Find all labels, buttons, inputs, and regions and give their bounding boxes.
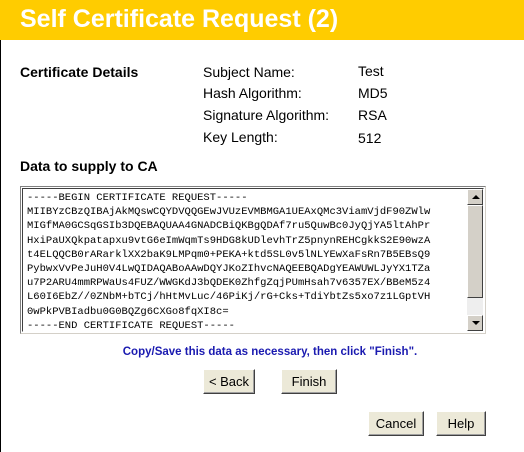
cancel-button[interactable]: Cancel	[368, 411, 424, 436]
textarea-frame: -----BEGIN CERTIFICATE REQUEST----- MIIB…	[22, 188, 484, 332]
scrollbar-thumb[interactable]	[467, 205, 483, 298]
subject-name-label: Subject Name:	[203, 64, 295, 80]
certificate-request-textarea[interactable]: -----BEGIN CERTIFICATE REQUEST----- MIIB…	[20, 186, 486, 334]
subject-name-value: Test	[358, 63, 384, 79]
left-border	[0, 40, 1, 452]
page-title: Self Certificate Request (2)	[20, 5, 339, 33]
hash-algorithm-label: Hash Algorithm:	[203, 85, 302, 101]
key-length-label: Key Length:	[203, 129, 278, 145]
instruction-hint: Copy/Save this data as necessary, then c…	[122, 346, 418, 358]
signature-algorithm-value: RSA	[358, 107, 387, 123]
hash-algorithm-value: MD5	[358, 85, 388, 101]
scroll-down-button[interactable]	[467, 315, 483, 331]
signature-algorithm-label: Signature Algorithm:	[203, 107, 330, 123]
arrow-up-icon	[472, 195, 480, 199]
finish-button[interactable]: Finish	[281, 369, 337, 394]
certificate-request-text[interactable]: -----BEGIN CERTIFICATE REQUEST----- MIIB…	[27, 191, 467, 331]
key-length-value: 512	[358, 130, 382, 146]
certificate-details-label: Certificate Details	[20, 64, 139, 80]
back-button[interactable]: < Back	[203, 369, 255, 394]
ca-data-label: Data to supply to CA	[20, 158, 158, 174]
title-bar: Self Certificate Request (2)	[0, 0, 524, 40]
vertical-scrollbar[interactable]	[467, 189, 483, 331]
help-button[interactable]: Help	[436, 411, 486, 436]
arrow-down-icon	[472, 321, 480, 325]
scroll-up-button[interactable]	[467, 189, 483, 205]
